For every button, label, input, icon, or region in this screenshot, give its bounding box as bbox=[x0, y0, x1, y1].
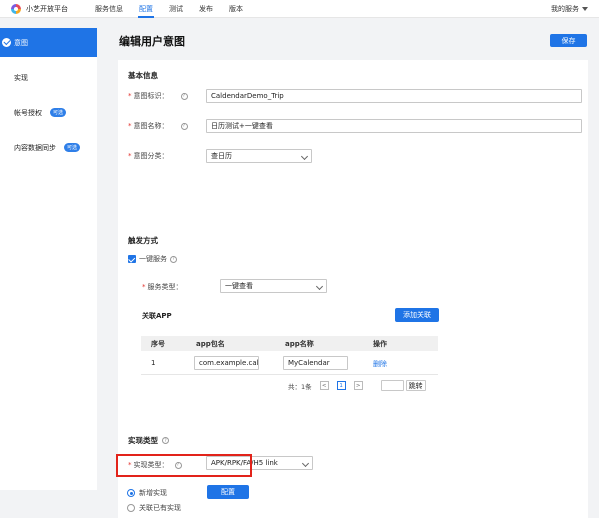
page-title: 编辑用户意图 bbox=[119, 35, 185, 48]
one-click-service-row: 一键服务 ? bbox=[128, 254, 177, 264]
pager-jump-input[interactable] bbox=[380, 380, 404, 391]
my-service-label: 我的服务 bbox=[551, 5, 579, 13]
sidebar-item-account-auth[interactable]: 帐号授权 可选 bbox=[0, 98, 97, 127]
nav-test[interactable]: 测试 bbox=[161, 0, 191, 18]
save-button[interactable]: 保存 bbox=[550, 34, 587, 47]
new-impl-radio[interactable] bbox=[127, 489, 135, 497]
basic-info-title: 基本信息 bbox=[128, 71, 158, 80]
nav-version[interactable]: 版本 bbox=[221, 0, 251, 18]
required-mark: * bbox=[128, 122, 132, 130]
nav-service-info[interactable]: 服务信息 bbox=[87, 0, 131, 18]
optional-badge: 可选 bbox=[50, 108, 67, 117]
pager-jump-button[interactable]: 跳转 bbox=[405, 380, 426, 391]
intent-name-row: * 意图名称： ? bbox=[128, 121, 188, 131]
sidebar-item-content-sync[interactable]: 内容数据同步 可选 bbox=[0, 133, 97, 162]
highlight-box bbox=[116, 454, 252, 477]
related-app-title: 关联APP bbox=[142, 312, 172, 320]
trigger-card: 触发方式 一键服务 ? * 服务类型： 一键查看 关联APP 添加关联 序号 a… bbox=[118, 192, 588, 412]
intent-id-label-text: 意图标识： bbox=[133, 92, 169, 100]
sidebar: 意图 实现 帐号授权 可选 内容数据同步 可选 bbox=[0, 28, 97, 490]
intent-category-label: 意图分类： bbox=[133, 152, 169, 160]
sidebar-item-label: 帐号授权 bbox=[14, 108, 42, 117]
intent-category-row: * 意图分类： bbox=[128, 151, 169, 161]
pager-page-1[interactable]: 1 bbox=[336, 381, 346, 390]
main-nav: 服务信息 配置 测试 发布 版本 bbox=[87, 0, 251, 18]
brand-logo-icon bbox=[11, 3, 21, 14]
pager-total: 共：1条 bbox=[288, 382, 312, 391]
nav-publish[interactable]: 发布 bbox=[191, 0, 221, 18]
intent-id-label: 意图标识： bbox=[134, 91, 169, 101]
required-mark: * bbox=[128, 152, 132, 160]
intent-category-select[interactable]: 查日历 bbox=[206, 149, 312, 163]
col-header-package: app包名 bbox=[196, 339, 225, 348]
app-name-field[interactable]: MyCalendar bbox=[283, 356, 348, 370]
trigger-title: 触发方式 bbox=[128, 236, 158, 245]
row-index: 1 bbox=[151, 359, 156, 367]
one-click-checkbox[interactable] bbox=[128, 255, 136, 263]
intent-name-field[interactable]: 日历测试+一键查看 bbox=[206, 119, 582, 133]
help-icon[interactable]: ? bbox=[180, 122, 188, 130]
nav-config[interactable]: 配置 bbox=[131, 0, 161, 18]
sidebar-item-label: 意图 bbox=[14, 38, 28, 47]
package-name-field[interactable]: com.example.cale bbox=[194, 356, 259, 370]
service-type-row: * 服务类型： bbox=[142, 282, 183, 292]
delete-link[interactable]: 删除 bbox=[373, 359, 387, 369]
table-row: 1 com.example.cale MyCalendar 删除 bbox=[141, 351, 438, 375]
service-type-label: 服务类型： bbox=[147, 283, 183, 291]
intent-id-field[interactable]: CaldendarDemo_Trip bbox=[206, 89, 582, 103]
sidebar-item-label: 实现 bbox=[14, 73, 28, 82]
pagination: 共：1条 < 1 > 跳转 bbox=[288, 380, 426, 391]
col-header-app-name: app名称 bbox=[285, 339, 314, 348]
required-mark: * bbox=[128, 92, 132, 100]
basic-info-card: 基本信息 * 意图标识： ? CaldendarDemo_Trip * 意图名称… bbox=[118, 60, 588, 212]
chevron-down-icon bbox=[301, 459, 310, 468]
service-type-value: 一键查看 bbox=[225, 282, 253, 290]
top-bar: 小艺开放平台 服务信息 配置 测试 发布 版本 我的服务 bbox=[0, 0, 599, 18]
help-icon[interactable]: ? bbox=[180, 92, 188, 100]
help-icon[interactable]: ? bbox=[162, 437, 169, 444]
link-existing-radio[interactable] bbox=[127, 504, 135, 512]
col-header-index: 序号 bbox=[151, 339, 165, 348]
help-icon[interactable]: ? bbox=[170, 255, 177, 263]
main-content: 编辑用户意图 保存 基本信息 * 意图标识： ? CaldendarDemo_T… bbox=[108, 28, 599, 518]
chevron-down-icon bbox=[582, 7, 588, 11]
col-header-action: 操作 bbox=[373, 339, 387, 348]
intent-name-label: 意图名称： bbox=[133, 122, 169, 130]
brand-name: 小艺开放平台 bbox=[26, 4, 68, 13]
check-circle-icon bbox=[2, 38, 11, 47]
my-service-dropdown[interactable]: 我的服务 bbox=[551, 0, 588, 18]
config-button[interactable]: 配置 bbox=[207, 485, 249, 499]
one-click-label: 一键服务 bbox=[139, 255, 167, 263]
pager-next-button[interactable]: > bbox=[353, 381, 363, 390]
impl-title: 实现类型 bbox=[128, 436, 158, 445]
pager-prev-button[interactable]: < bbox=[319, 381, 329, 390]
chevron-down-icon bbox=[315, 282, 324, 291]
service-type-select[interactable]: 一键查看 bbox=[220, 279, 327, 293]
intent-id-row: * 意图标识： ? bbox=[128, 91, 188, 101]
sidebar-item-label: 内容数据同步 bbox=[14, 143, 56, 152]
chevron-down-icon bbox=[300, 152, 309, 161]
link-existing-label: 关联已有实现 bbox=[139, 504, 181, 512]
sidebar-item-intent[interactable]: 意图 bbox=[0, 28, 97, 57]
impl-title-row: 实现类型 ? bbox=[128, 435, 169, 446]
required-mark: * bbox=[142, 283, 146, 291]
sidebar-item-implementation[interactable]: 实现 bbox=[0, 63, 97, 92]
app-table-header: 序号 app包名 app名称 操作 bbox=[141, 336, 438, 351]
intent-category-value: 查日历 bbox=[211, 152, 232, 160]
optional-badge: 可选 bbox=[64, 143, 81, 152]
link-existing-option[interactable]: 关联已有实现 bbox=[127, 503, 181, 513]
add-related-button[interactable]: 添加关联 bbox=[395, 308, 439, 322]
